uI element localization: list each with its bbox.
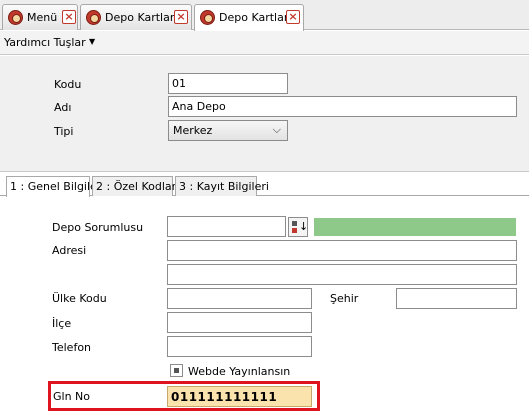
- telefon-field[interactable]: [167, 336, 312, 357]
- adi-label: Adı: [54, 101, 72, 114]
- gln-field[interactable]: 011111111111: [167, 386, 312, 407]
- gln-label: Gln No: [53, 390, 91, 403]
- tab-kayit-bilgileri[interactable]: 3 : Kayıt Bilgileri: [175, 176, 269, 196]
- tab-label: Depo Kartları: [105, 11, 178, 24]
- tipi-label: Tipi: [54, 125, 74, 138]
- kodu-field[interactable]: 01: [168, 73, 288, 94]
- app-logo-icon: [86, 10, 101, 25]
- menu-bar: Yardımcı Tuşlar ▼: [0, 31, 529, 55]
- depo-sorumlusu-label: Depo Sorumlusu: [52, 221, 144, 234]
- ulke-kodu-field[interactable]: [167, 288, 312, 309]
- chevron-down-icon: ⌵: [272, 123, 281, 136]
- close-icon[interactable]: ×: [286, 10, 300, 24]
- close-icon[interactable]: ×: [62, 10, 76, 24]
- adresi-label: Adresi: [52, 244, 87, 257]
- lookup-icon: [292, 221, 297, 226]
- dropdown-arrow-icon[interactable]: ▼: [89, 37, 95, 46]
- app-logo-icon: [200, 10, 215, 25]
- webde-yayinlansin-label[interactable]: Webde Yayınlansın: [188, 365, 290, 378]
- section-tabs: 1 : Genel Bilgiler 2 : Özel Kodlar 3 : K…: [0, 176, 529, 197]
- sehir-label: Şehir: [330, 292, 359, 305]
- lookup-button[interactable]: ↓: [288, 217, 308, 237]
- depo-sorumlusu-field[interactable]: [167, 216, 286, 237]
- ulke-kodu-label: Ülke Kodu: [52, 292, 107, 305]
- tab-depo-kartlari-1[interactable]: Depo Kartları ×: [80, 4, 192, 30]
- tab-depo-kartlari-2[interactable]: Depo Kartları ×: [194, 4, 304, 31]
- responsible-name-display: [314, 218, 516, 236]
- lookup-icon-accent: [292, 228, 297, 233]
- kodu-label: Kodu: [54, 78, 82, 91]
- document-tab-strip: Menü × Depo Kartları × Depo Kartları ×: [0, 0, 529, 31]
- tab-menu[interactable]: Menü ×: [2, 4, 78, 30]
- close-icon[interactable]: ×: [174, 10, 188, 24]
- ilce-label: İlçe: [52, 317, 72, 330]
- ilce-field[interactable]: [167, 312, 312, 333]
- arrow-down-icon: ↓: [299, 220, 309, 233]
- tab-ozel-kodlar[interactable]: 2 : Özel Kodlar: [92, 176, 176, 196]
- adresi-line2-field[interactable]: [167, 264, 517, 285]
- tipi-selected-value: Merkez: [173, 124, 213, 137]
- sehir-field[interactable]: [396, 288, 517, 309]
- adi-field[interactable]: Ana Depo: [168, 96, 517, 117]
- helper-keys-menu[interactable]: Yardımcı Tuşlar: [4, 36, 86, 49]
- telefon-label: Telefon: [52, 341, 92, 354]
- tipi-select[interactable]: Merkez ⌵: [168, 120, 288, 141]
- adresi-line1-field[interactable]: [167, 240, 517, 261]
- tab-label: Depo Kartları: [219, 11, 292, 24]
- app-logo-icon: [8, 10, 23, 25]
- tab-genel-bilgiler[interactable]: 1 : Genel Bilgiler: [6, 176, 101, 197]
- webde-yayinlansin-checkbox[interactable]: [170, 364, 183, 377]
- tab-label: Menü: [27, 11, 58, 24]
